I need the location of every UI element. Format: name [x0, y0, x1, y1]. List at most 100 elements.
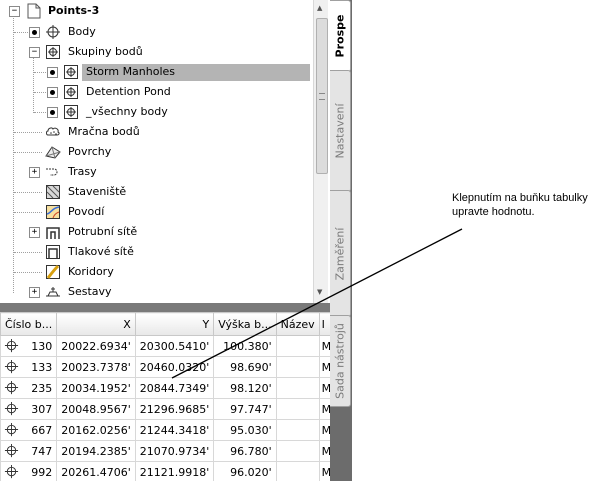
- tab-prospector[interactable]: Prospe: [330, 0, 351, 72]
- elevation-cell[interactable]: 98.120': [213, 377, 277, 399]
- prospector-tree: − Points-3 Body − Skupiny bodů Storm Man…: [0, 0, 313, 303]
- easting-cell[interactable]: 20194.2385': [56, 440, 136, 462]
- point-number-cell[interactable]: 747: [0, 440, 58, 462]
- point-icon: [4, 464, 19, 479]
- table-row[interactable]: 30720048.9567'21296.9685'97.747' M: [0, 398, 330, 420]
- point-number-cell[interactable]: 307: [0, 398, 58, 420]
- tree-item-storm-manholes[interactable]: Storm Manholes: [0, 63, 313, 81]
- elevation-cell[interactable]: 98.690': [213, 356, 277, 378]
- point-number-cell[interactable]: 992: [0, 461, 58, 481]
- catchment-icon: [46, 205, 60, 219]
- point-number-cell[interactable]: 130: [0, 335, 58, 357]
- northing-cell[interactable]: 21244.3418': [134, 419, 215, 441]
- column-header-name[interactable]: Název: [275, 312, 320, 336]
- description-cell[interactable]: M: [318, 398, 330, 420]
- easting-cell[interactable]: 20023.7378': [56, 356, 136, 378]
- table-row[interactable]: 13320023.7378'20460.0320'98.690' M: [0, 356, 330, 378]
- scroll-up-arrow[interactable]: ▲: [317, 4, 322, 12]
- pane-splitter[interactable]: [0, 303, 330, 312]
- elevation-cell[interactable]: 96.780': [213, 440, 277, 462]
- column-header-elevation[interactable]: Výška b...: [213, 312, 277, 336]
- visibility-checkbox[interactable]: [47, 67, 58, 78]
- collapse-icon[interactable]: −: [9, 6, 20, 17]
- column-header-description[interactable]: I: [318, 312, 330, 336]
- callout-text: Klepnutím na buňku tabulky upravte hodno…: [452, 192, 588, 218]
- tree-item-body[interactable]: Body: [0, 23, 313, 41]
- point-number-cell[interactable]: 667: [0, 419, 58, 441]
- table-row[interactable]: 66720162.0256'21244.3418'95.030' M: [0, 419, 330, 441]
- easting-cell[interactable]: 20261.4706': [56, 461, 136, 481]
- tab-survey[interactable]: Zaměření: [330, 190, 351, 317]
- easting-cell[interactable]: 20034.1952': [56, 377, 136, 399]
- column-header-x[interactable]: X: [56, 312, 136, 336]
- elevation-cell[interactable]: 95.030': [213, 419, 277, 441]
- tree-item-point-clouds[interactable]: Mračna bodů: [0, 123, 313, 141]
- description-cell[interactable]: M: [318, 335, 330, 357]
- tree-item-point-groups[interactable]: − Skupiny bodů: [0, 43, 313, 61]
- tree-item-surfaces[interactable]: Povrchy: [0, 143, 313, 161]
- elevation-cell[interactable]: 100.380': [213, 335, 277, 357]
- scroll-down-arrow[interactable]: ▼: [317, 288, 322, 296]
- point-number-cell[interactable]: 133: [0, 356, 58, 378]
- tab-label: Prospe: [333, 14, 347, 58]
- alignment-icon: [46, 168, 58, 176]
- tree-item-alignments[interactable]: + Trasy: [0, 163, 313, 181]
- tree-item-pipe-networks[interactable]: + Potrubní sítě: [0, 223, 313, 241]
- table-row[interactable]: 13020022.6934'20300.5410'100.380' M: [0, 335, 330, 357]
- tree-item-pressure-networks[interactable]: Tlakové sítě: [0, 243, 313, 261]
- name-cell[interactable]: [275, 419, 320, 441]
- elevation-cell[interactable]: 97.747': [213, 398, 277, 420]
- visibility-checkbox[interactable]: [47, 87, 58, 98]
- easting-cell[interactable]: 20048.9567': [56, 398, 136, 420]
- point-number-cell[interactable]: 235: [0, 377, 58, 399]
- tree-root[interactable]: − Points-3: [0, 2, 313, 20]
- northing-cell[interactable]: 21296.9685': [134, 398, 215, 420]
- description-cell[interactable]: M: [318, 356, 330, 378]
- visibility-checkbox[interactable]: [47, 107, 58, 118]
- northing-cell[interactable]: 21121.9918': [134, 461, 215, 481]
- name-cell[interactable]: [275, 335, 320, 357]
- description-cell[interactable]: M: [318, 419, 330, 441]
- description-cell[interactable]: M: [318, 377, 330, 399]
- expand-icon[interactable]: +: [29, 287, 40, 298]
- northing-cell[interactable]: 20300.5410': [134, 335, 215, 357]
- tab-settings[interactable]: Nastavení: [330, 70, 351, 192]
- visibility-checkbox[interactable]: [29, 27, 40, 38]
- easting-cell[interactable]: 20022.6934': [56, 335, 136, 357]
- name-cell[interactable]: [275, 377, 320, 399]
- table-row[interactable]: 23520034.1952'20844.7349'98.120' M: [0, 377, 330, 399]
- column-header-number[interactable]: Číslo b...: [0, 312, 58, 336]
- tree-item-catchments[interactable]: Povodí: [0, 203, 313, 221]
- tree-scrollbar[interactable]: ▲ ▼: [313, 0, 328, 303]
- northing-cell[interactable]: 20460.0320': [134, 356, 215, 378]
- grip-icon: [319, 93, 325, 100]
- tree-item-corridors[interactable]: Koridory: [0, 263, 313, 281]
- collapse-icon[interactable]: −: [29, 47, 40, 58]
- tree-root-label: Points-3: [48, 4, 100, 17]
- tree-item-sites[interactable]: Staveniště: [0, 183, 313, 201]
- assembly-icon: [46, 287, 60, 297]
- expand-icon[interactable]: +: [29, 227, 40, 238]
- corridor-icon: [46, 264, 60, 279]
- scrollbar-thumb[interactable]: [316, 18, 328, 174]
- name-cell[interactable]: [275, 356, 320, 378]
- expand-icon[interactable]: +: [29, 167, 40, 178]
- name-cell[interactable]: [275, 440, 320, 462]
- tree-item-label: Povrchy: [68, 145, 112, 158]
- tab-toolbox[interactable]: Sada nástrojů: [330, 315, 351, 407]
- elevation-cell[interactable]: 96.020': [213, 461, 277, 481]
- northing-cell[interactable]: 20844.7349': [134, 377, 215, 399]
- table-row[interactable]: 74720194.2385'21070.9734'96.780' M: [0, 440, 330, 462]
- tree-item-all-points[interactable]: _všechny body: [0, 103, 313, 121]
- name-cell[interactable]: [275, 461, 320, 481]
- column-header-y[interactable]: Y: [134, 312, 215, 336]
- description-cell[interactable]: M: [318, 461, 330, 481]
- table-row[interactable]: 99220261.4706'21121.9918'96.020' M: [0, 461, 330, 481]
- tree-item-detention-pond[interactable]: Detention Pond: [0, 83, 313, 101]
- easting-cell[interactable]: 20162.0256': [56, 419, 136, 441]
- description-cell[interactable]: M: [318, 440, 330, 462]
- name-cell[interactable]: [275, 398, 320, 420]
- tree-item-assemblies[interactable]: + Sestavy: [0, 283, 313, 301]
- northing-cell[interactable]: 21070.9734': [134, 440, 215, 462]
- tree-item-label: Potrubní sítě: [68, 225, 138, 238]
